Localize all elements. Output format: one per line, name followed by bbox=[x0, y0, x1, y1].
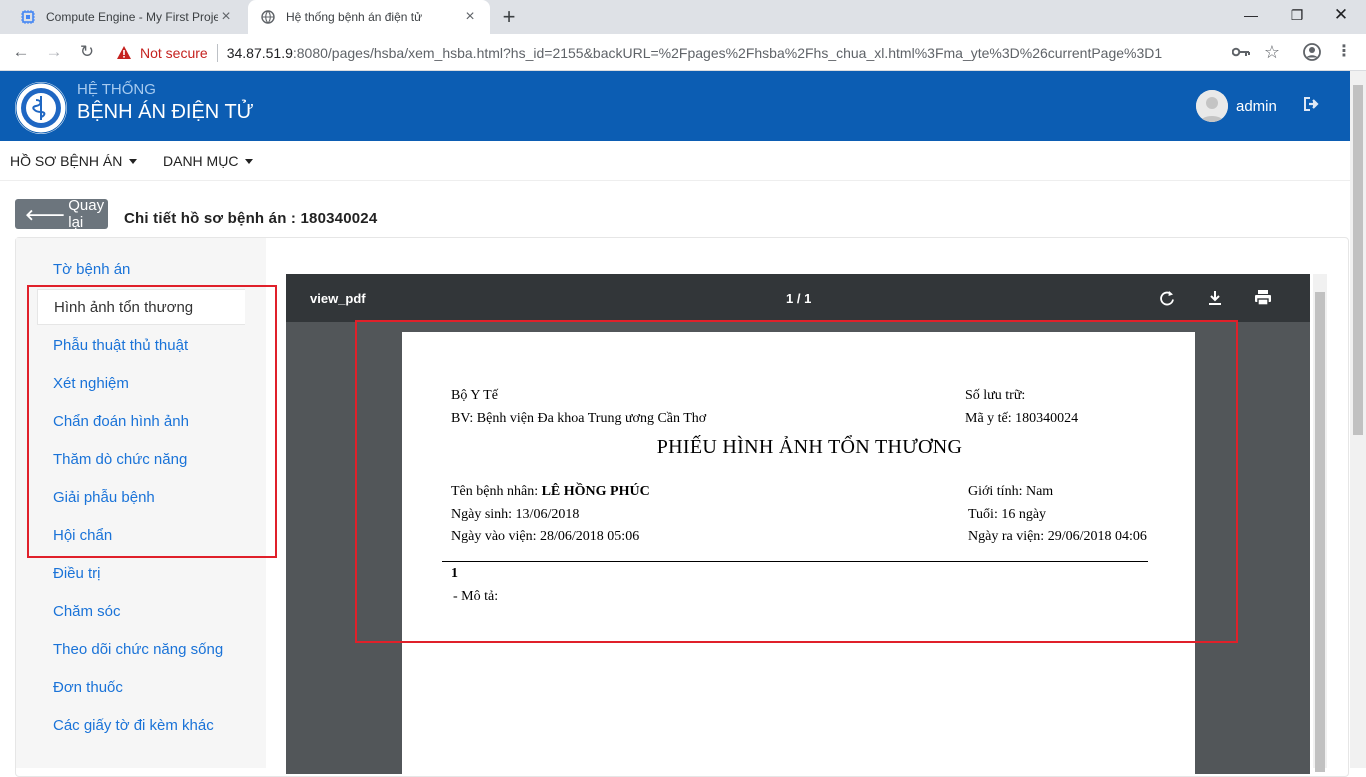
sidebar-highlight-box bbox=[27, 285, 277, 558]
sidebar-item[interactable]: Điều trị bbox=[37, 555, 245, 591]
sidebar-item-label: Điều trị bbox=[53, 564, 101, 582]
download-icon[interactable] bbox=[1204, 287, 1226, 309]
sidebar-item[interactable]: Chăm sóc bbox=[37, 593, 245, 629]
url-path: :8080/pages/hsba/xem_hsba.html?hs_id=215… bbox=[292, 44, 1163, 61]
address-bar[interactable]: Not secure 34.87.51.9:8080/pages/hsba/xe… bbox=[110, 38, 1296, 67]
url-host: 34.87.51.9 bbox=[226, 44, 293, 61]
sidebar-item-label: Các giấy tờ đi kèm khác bbox=[53, 716, 214, 734]
warning-icon bbox=[116, 45, 132, 61]
pdf-page-counter: 1 / 1 bbox=[786, 291, 812, 306]
rotate-icon[interactable] bbox=[1156, 287, 1178, 309]
caret-down-icon bbox=[245, 158, 254, 164]
browser-tab-benh-an[interactable]: Hệ thống bệnh án điện tử × bbox=[248, 0, 490, 34]
url-text[interactable]: 34.87.51.9:8080/pages/hsba/xem_hsba.html… bbox=[227, 45, 1162, 61]
sidebar-item[interactable]: Đơn thuốc bbox=[37, 669, 245, 705]
user-avatar[interactable] bbox=[1196, 90, 1228, 122]
user-name[interactable]: admin bbox=[1236, 98, 1277, 115]
menu-label: DANH MỤC bbox=[163, 153, 239, 169]
globe-icon bbox=[260, 9, 276, 25]
restore-icon[interactable]: ❐ bbox=[1274, 4, 1320, 26]
sidebar-item[interactable]: Tờ bệnh án bbox=[37, 251, 245, 287]
new-tab-icon[interactable]: + bbox=[498, 6, 520, 28]
pdf-toolbar: view_pdf 1 / 1 bbox=[286, 274, 1310, 322]
browser-toolbar: ← → ↻ Not secure 34.87.51.9:8080/pages/h… bbox=[0, 34, 1366, 71]
reload-icon[interactable]: ↻ bbox=[75, 40, 99, 64]
brand-title: BỆNH ÁN ĐIỆN TỬ bbox=[77, 101, 254, 123]
close-tab-icon[interactable]: × bbox=[218, 9, 234, 25]
pdf-scrollbar[interactable] bbox=[1313, 274, 1327, 772]
sidebar-item-label: Tờ bệnh án bbox=[53, 260, 131, 278]
back-button-label: Quay lại bbox=[68, 197, 105, 231]
page-scrollbar[interactable] bbox=[1350, 71, 1366, 768]
page-scrollbar-thumb[interactable] bbox=[1353, 85, 1363, 435]
browser-menu-icon[interactable]: ⋮ bbox=[1332, 40, 1356, 64]
menu-ho-so-benh-an[interactable]: HỒ SƠ BỆNH ÁN bbox=[10, 153, 138, 169]
bookmark-star-icon[interactable]: ☆ bbox=[1260, 40, 1284, 64]
print-icon[interactable] bbox=[1252, 287, 1274, 309]
sidebar-item-label: Đơn thuốc bbox=[53, 678, 123, 696]
caret-down-icon bbox=[129, 158, 138, 164]
menu-danh-muc[interactable]: DANH MỤC bbox=[163, 153, 254, 169]
sidebar-item[interactable]: Theo dõi chức năng sống bbox=[37, 631, 245, 667]
brand-subtitle: HỆ THỐNG bbox=[77, 81, 156, 98]
compute-engine-icon bbox=[20, 9, 36, 25]
sidebar-item[interactable]: Các giấy tờ đi kèm khác bbox=[37, 707, 245, 743]
pdf-file-name: view_pdf bbox=[310, 291, 366, 306]
menu-label: HỒ SƠ BỆNH ÁN bbox=[10, 153, 123, 169]
app-header: HỆ THỐNG BỆNH ÁN ĐIỆN TỬ admin bbox=[0, 71, 1350, 141]
window-close-icon[interactable]: ✕ bbox=[1318, 4, 1364, 26]
pdf-highlight-box bbox=[355, 320, 1238, 643]
key-icon[interactable] bbox=[1229, 40, 1253, 64]
sidebar-item-label: Theo dõi chức năng sống bbox=[53, 640, 224, 658]
tab-title: Compute Engine - My First Project bbox=[46, 10, 218, 24]
back-arrow-icon[interactable]: ← bbox=[9, 40, 33, 64]
sidebar-item-label: Chăm sóc bbox=[53, 602, 121, 620]
logout-icon[interactable] bbox=[1304, 97, 1322, 115]
profile-icon[interactable] bbox=[1300, 40, 1324, 64]
address-divider bbox=[216, 43, 218, 62]
pdf-scrollbar-thumb[interactable] bbox=[1315, 292, 1325, 772]
security-status[interactable]: Not secure bbox=[140, 45, 208, 61]
minimize-icon[interactable]: — bbox=[1228, 4, 1274, 26]
back-button[interactable]: 🡐 Quay lại bbox=[15, 197, 108, 231]
main-menu: HỒ SƠ BỆNH ÁN DANH MỤC bbox=[0, 141, 1350, 181]
close-tab-icon[interactable]: × bbox=[462, 9, 478, 25]
forward-arrow-icon[interactable]: → bbox=[42, 40, 66, 64]
tab-title: Hệ thống bệnh án điện tử bbox=[286, 10, 423, 24]
browser-tab-compute-engine[interactable]: Compute Engine - My First Project × bbox=[8, 0, 246, 34]
health-ministry-logo-icon bbox=[15, 82, 67, 134]
page-title: Chi tiết hồ sơ bệnh án : 180340024 bbox=[124, 210, 378, 227]
arrow-left-icon: 🡐 bbox=[25, 206, 66, 224]
browser-tab-bar: Compute Engine - My First Project × Hệ t… bbox=[0, 0, 1366, 34]
